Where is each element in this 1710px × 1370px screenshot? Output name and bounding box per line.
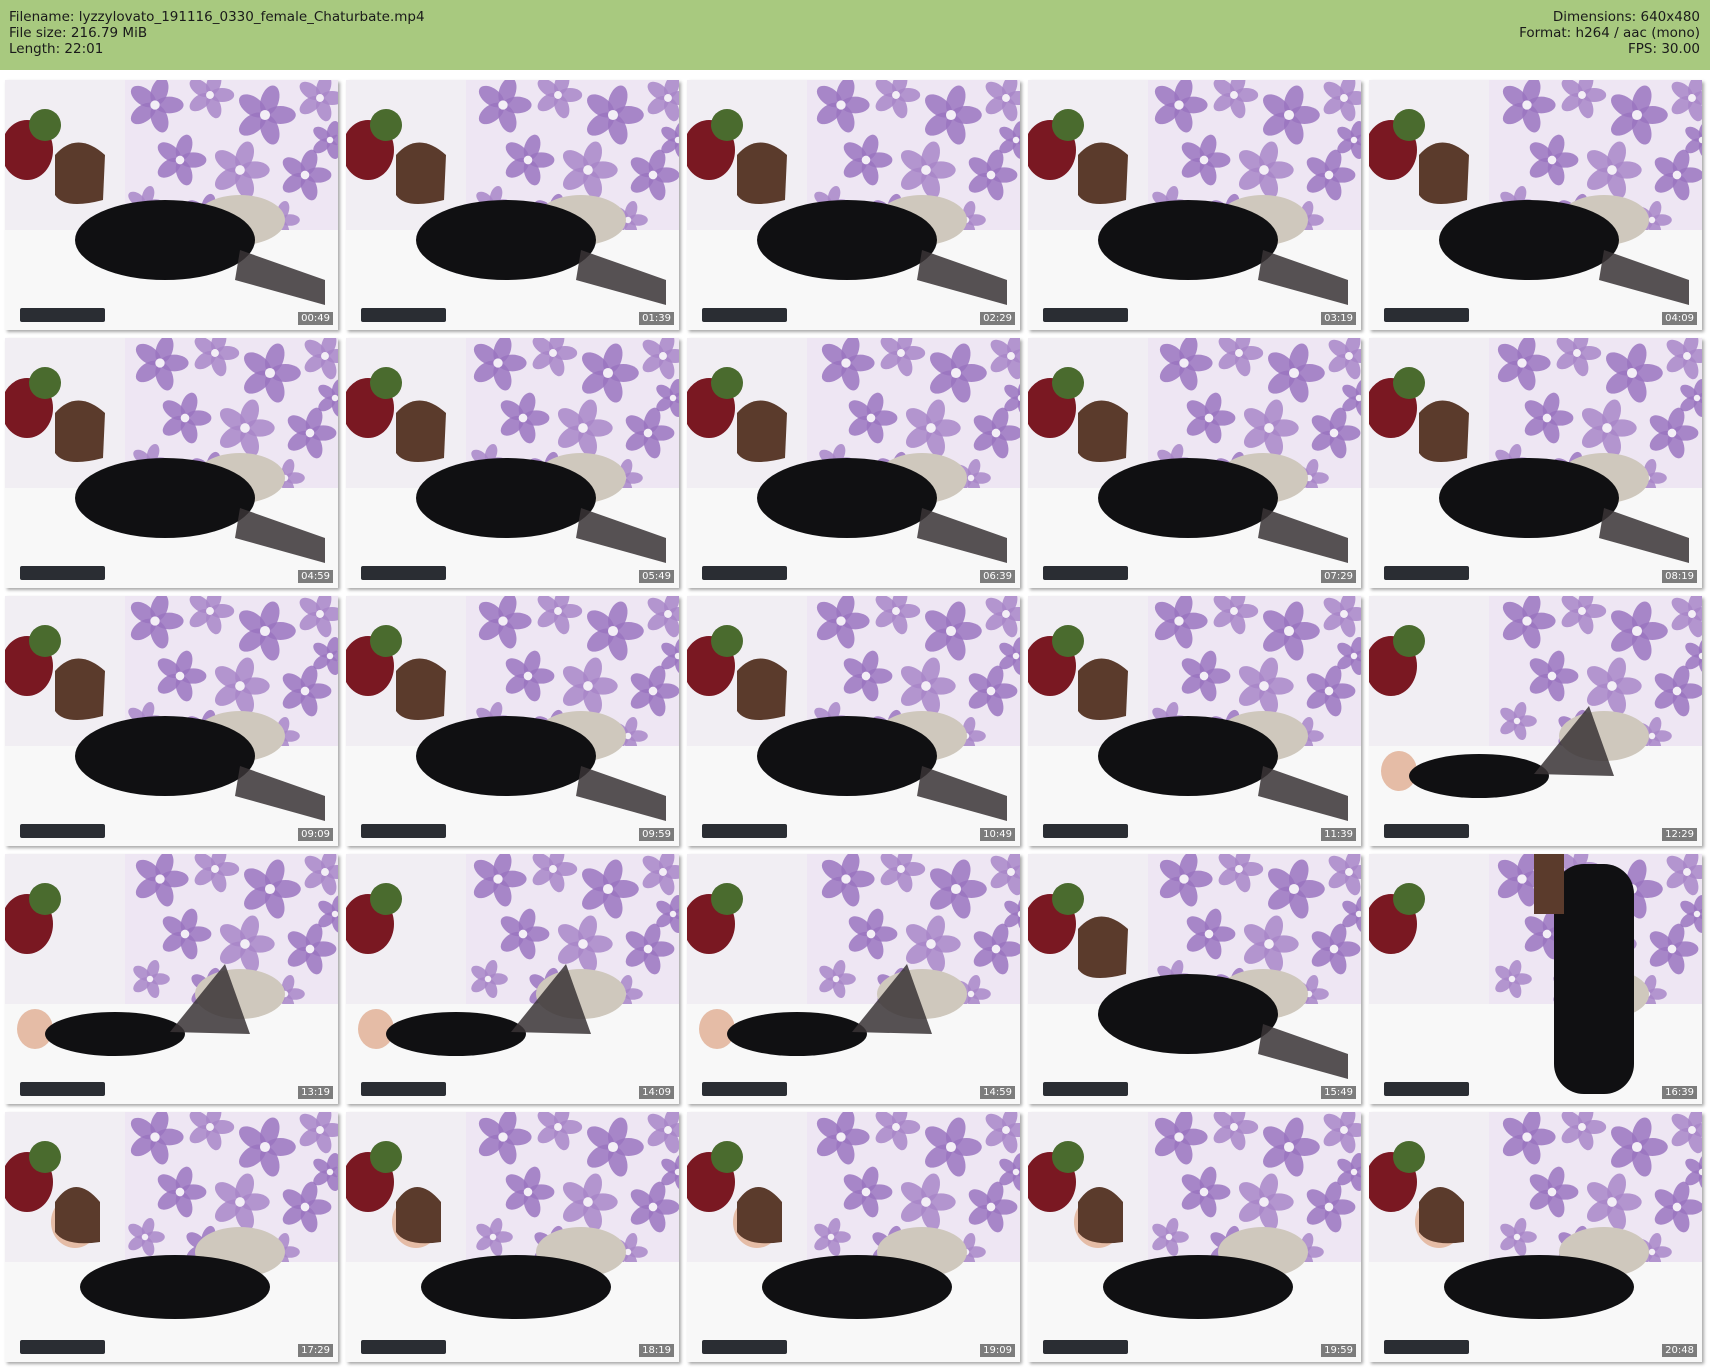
thumbnail-grid: 00:49 01:39 02:29 03:19 04:09 04:59 05:49 06:39… [0,0,1710,1370]
timestamp-label: 20:48 [1662,1344,1697,1357]
frame-image [1369,854,1702,1104]
video-thumbnail: 07:29 [1028,338,1361,588]
frame-image [1028,596,1361,846]
video-thumbnail: 01:39 [346,80,679,330]
timestamp-label: 00:49 [298,312,333,325]
frame-image [1369,596,1702,846]
video-thumbnail: 17:29 [5,1112,338,1362]
timestamp-label: 07:29 [1321,570,1356,583]
timestamp-label: 15:49 [1321,1086,1356,1099]
frame-image [687,596,1020,846]
video-thumbnail: 03:19 [1028,80,1361,330]
frame-image [1369,1112,1702,1362]
video-thumbnail: 09:09 [5,596,338,846]
video-thumbnail: 08:19 [1369,338,1702,588]
frame-image [1028,854,1361,1104]
video-thumbnail: 06:39 [687,338,1020,588]
frame-image [346,338,679,588]
video-thumbnail: 04:09 [1369,80,1702,330]
frame-image [5,854,338,1104]
timestamp-label: 01:39 [639,312,674,325]
frame-image [1369,80,1702,330]
video-thumbnail: 19:09 [687,1112,1020,1362]
video-thumbnail: 11:39 [1028,596,1361,846]
frame-image [1028,1112,1361,1362]
timestamp-label: 02:29 [980,312,1015,325]
video-thumbnail: 12:29 [1369,596,1702,846]
video-thumbnail: 14:09 [346,854,679,1104]
timestamp-label: 03:19 [1321,312,1356,325]
frame-image [346,1112,679,1362]
timestamp-label: 14:09 [639,1086,674,1099]
timestamp-label: 14:59 [980,1086,1015,1099]
timestamp-label: 09:59 [639,828,674,841]
frame-image [5,596,338,846]
video-thumbnail: 18:19 [346,1112,679,1362]
timestamp-label: 13:19 [298,1086,333,1099]
timestamp-label: 19:59 [1321,1344,1356,1357]
frame-image [5,1112,338,1362]
frame-image [1028,338,1361,588]
timestamp-label: 04:09 [1662,312,1697,325]
video-thumbnail: 13:19 [5,854,338,1104]
timestamp-label: 04:59 [298,570,333,583]
frame-image [5,80,338,330]
frame-image [346,80,679,330]
video-thumbnail: 05:49 [346,338,679,588]
video-thumbnail: 00:49 [5,80,338,330]
video-thumbnail: 14:59 [687,854,1020,1104]
video-thumbnail: 10:49 [687,596,1020,846]
video-thumbnail: 20:48 [1369,1112,1702,1362]
timestamp-label: 10:49 [980,828,1015,841]
timestamp-label: 16:39 [1662,1086,1697,1099]
timestamp-label: 17:29 [298,1344,333,1357]
frame-image [5,338,338,588]
timestamp-label: 11:39 [1321,828,1356,841]
frame-image [346,854,679,1104]
timestamp-label: 05:49 [639,570,674,583]
video-thumbnail: 09:59 [346,596,679,846]
frame-image [687,854,1020,1104]
video-thumbnail: 02:29 [687,80,1020,330]
timestamp-label: 06:39 [980,570,1015,583]
timestamp-label: 08:19 [1662,570,1697,583]
timestamp-label: 18:19 [639,1344,674,1357]
frame-image [1369,338,1702,588]
frame-image [687,80,1020,330]
video-thumbnail: 15:49 [1028,854,1361,1104]
frame-image [687,338,1020,588]
timestamp-label: 19:09 [980,1344,1015,1357]
timestamp-label: 09:09 [298,828,333,841]
frame-image [346,596,679,846]
video-thumbnail: 16:39 [1369,854,1702,1104]
frame-image [687,1112,1020,1362]
frame-image [1028,80,1361,330]
timestamp-label: 12:29 [1662,828,1697,841]
video-thumbnail: 19:59 [1028,1112,1361,1362]
video-thumbnail: 04:59 [5,338,338,588]
